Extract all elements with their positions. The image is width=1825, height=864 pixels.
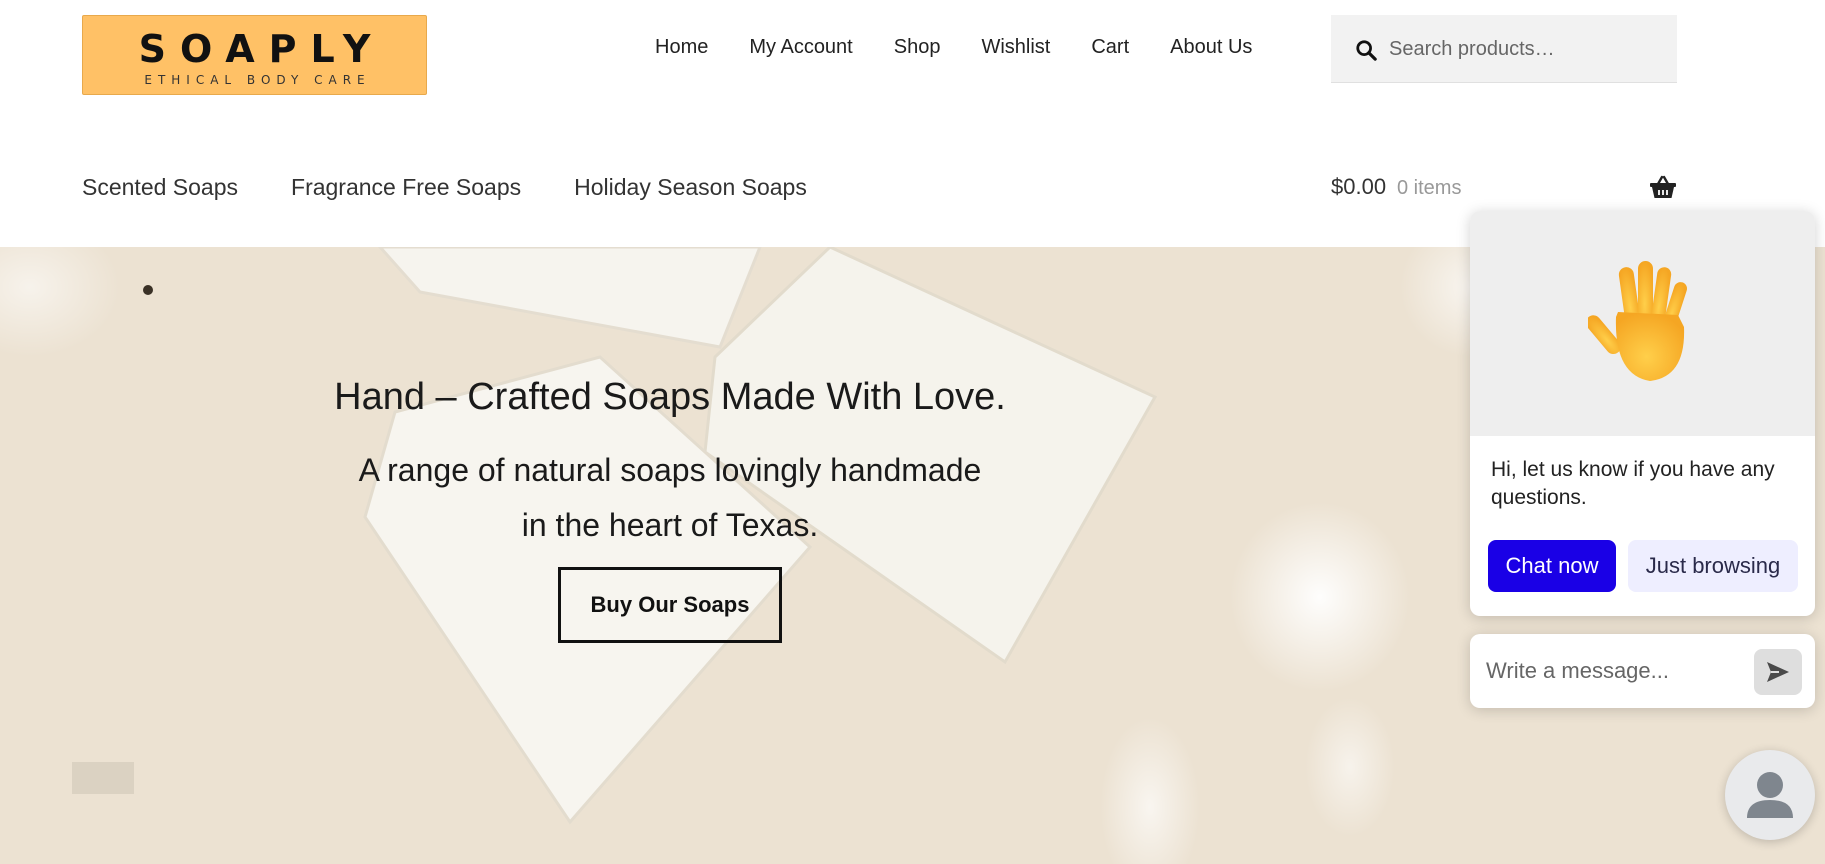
search-icon[interactable] — [1355, 39, 1377, 61]
cart-summary[interactable]: $0.00 0 items — [1331, 173, 1677, 203]
hero-title: Hand – Crafted Soaps Made With Love. — [334, 376, 1006, 418]
nav-link-cart[interactable]: Cart — [1091, 34, 1129, 60]
site-logo[interactable]: SOAPLY ETHICAL BODY CARE — [82, 15, 427, 95]
hero-subtitle: A range of natural soaps lovingly handma… — [358, 452, 982, 543]
product-search — [1331, 15, 1677, 83]
hero-content: Hand – Crafted Soaps Made With Love. A r… — [320, 375, 1020, 643]
logo-title: SOAPLY — [138, 27, 385, 71]
cart-item-count: 0 items — [1397, 177, 1462, 199]
basket-icon[interactable] — [1649, 174, 1677, 200]
nav-link-about-us[interactable]: About Us — [1170, 34, 1252, 60]
chat-message-input[interactable] — [1486, 634, 1736, 708]
user-avatar-icon — [1747, 772, 1793, 818]
hero-slide-indicator — [72, 762, 134, 794]
category-link-fragrance-free-soaps[interactable]: Fragrance Free Soaps — [291, 173, 521, 201]
buy-our-soaps-button[interactable]: Buy Our Soaps — [558, 567, 782, 643]
chat-now-button[interactable]: Chat now — [1488, 540, 1616, 592]
nav-link-shop[interactable]: Shop — [894, 34, 941, 60]
site-header: SOAPLY ETHICAL BODY CARE Home My Account… — [0, 0, 1825, 247]
send-message-button[interactable] — [1754, 649, 1802, 695]
nav-link-wishlist[interactable]: Wishlist — [981, 34, 1050, 60]
just-browsing-button[interactable]: Just browsing — [1628, 540, 1798, 592]
chat-greeting-text: Hi, let us know if you have any question… — [1491, 458, 1775, 509]
logo-subtitle: ETHICAL BODY CARE — [144, 73, 371, 87]
waving-hand-icon — [1588, 261, 1688, 381]
category-link-scented-soaps[interactable]: Scented Soaps — [82, 173, 238, 201]
chat-launcher-button[interactable] — [1725, 750, 1815, 840]
chat-popup: Hi, let us know if you have any question… — [1470, 211, 1815, 616]
category-link-holiday-season-soaps[interactable]: Holiday Season Soaps — [574, 173, 807, 201]
chat-message-composer — [1470, 634, 1815, 708]
send-icon — [1767, 662, 1789, 682]
category-nav: Scented Soaps Fragrance Free Soaps Holid… — [82, 173, 860, 201]
primary-nav: Home My Account Shop Wishlist Cart About… — [655, 34, 1252, 60]
cart-amount: $0.00 — [1331, 174, 1387, 199]
nav-link-home[interactable]: Home — [655, 34, 708, 60]
search-input[interactable] — [1385, 15, 1665, 83]
nav-link-my-account[interactable]: My Account — [749, 34, 852, 60]
chat-greeting-banner — [1470, 211, 1815, 436]
